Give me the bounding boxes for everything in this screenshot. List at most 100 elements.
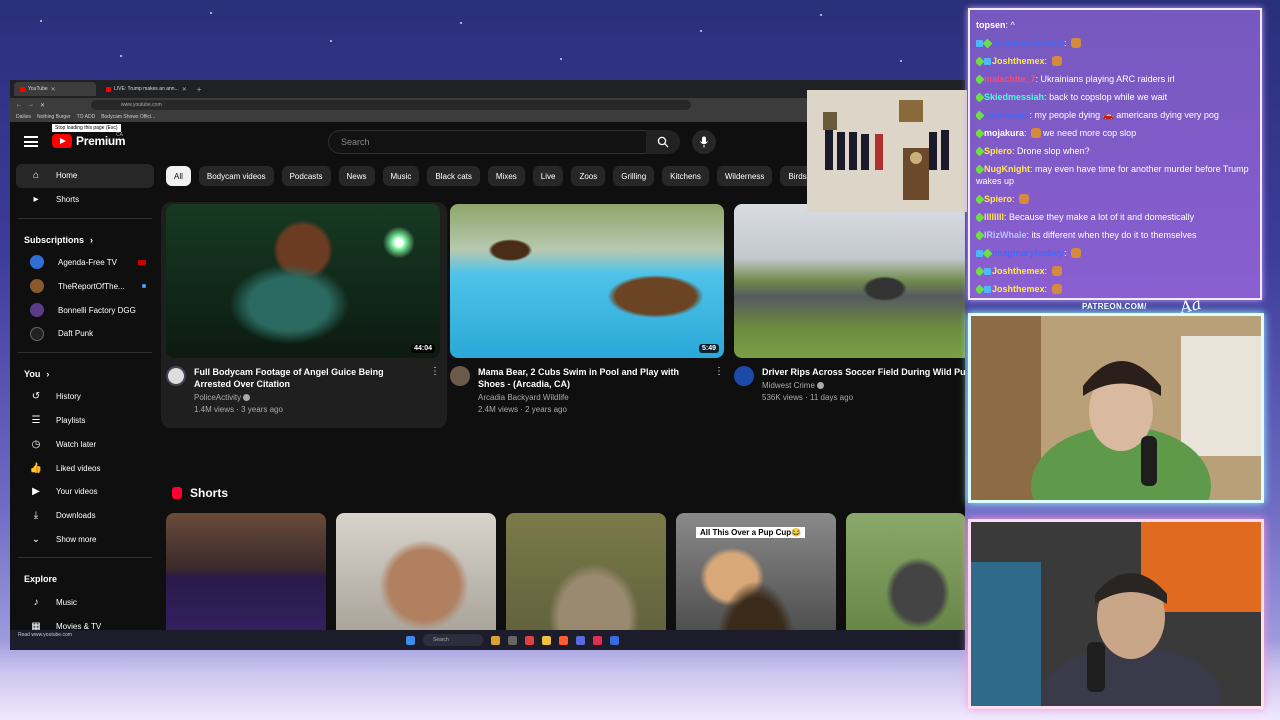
badge-icon <box>982 248 993 259</box>
webcam-scene <box>971 522 1261 706</box>
sidebar-item-label: Liked videos <box>56 463 101 473</box>
video-channel[interactable]: Arcadia Backyard Wildlife <box>478 393 706 402</box>
chat-username: imaginaryfanboy <box>992 38 1065 48</box>
chat-username: Joshthemex <box>992 56 1045 66</box>
chip-mixes[interactable]: Mixes <box>487 166 525 186</box>
menu-icon[interactable] <box>24 136 38 147</box>
new-tab-icon[interactable]: + <box>197 85 202 94</box>
taskbar-search[interactable]: Search <box>423 634 483 646</box>
chip-black-cats[interactable]: Black cats <box>427 166 480 186</box>
video-thumbnail[interactable]: 5:49 <box>450 204 724 358</box>
chip-live[interactable]: Live <box>532 166 564 186</box>
browser-icon[interactable] <box>525 635 534 645</box>
you-heading[interactable]: You › <box>10 359 160 385</box>
chip-all[interactable]: All <box>166 166 191 186</box>
url-field[interactable]: www.youtube.com <box>91 100 692 110</box>
app-icon[interactable] <box>559 635 568 645</box>
sidebar-item-subscription[interactable]: Daft Punk <box>16 322 154 346</box>
chip-grilling[interactable]: Grilling <box>613 166 655 186</box>
subscriptions-heading[interactable]: Subscriptions › <box>10 225 160 251</box>
video-title[interactable]: Mama Bear, 2 Cubs Swim in Pool and Play … <box>478 366 706 390</box>
divider <box>18 217 152 219</box>
youtube-favicon-icon <box>106 86 111 92</box>
chip-kitchens[interactable]: Kitchens <box>662 166 709 186</box>
steam-icon[interactable] <box>610 635 619 645</box>
sidebar-item-music[interactable]: ♪ Music <box>16 590 154 614</box>
sidebar-item-home[interactable]: ⌂ Home <box>16 164 154 188</box>
bookmark-item[interactable]: Dailies <box>16 114 31 120</box>
download-icon: ⤓ <box>33 510 39 522</box>
avatar[interactable] <box>166 366 186 386</box>
chip-zoos[interactable]: Zoos <box>571 166 606 186</box>
sidebar-item-shorts[interactable]: ▸ Shorts <box>16 188 154 212</box>
chip-news[interactable]: News <box>338 166 375 186</box>
video-title[interactable]: Driver Rips Across Soccer Field During W… <box>762 366 965 378</box>
sidebar-item-label: Music <box>56 597 77 607</box>
video-title[interactable]: Full Bodycam Footage of Angel Guice Bein… <box>194 366 422 390</box>
sidebar-item-subscription[interactable]: Bonnelli Factory DGG <box>16 298 154 322</box>
discord-icon[interactable] <box>576 635 585 645</box>
chat-message: Spiero: <box>976 190 1254 208</box>
chevron-down-icon: ⌄ <box>31 533 41 545</box>
sidebar-item-show-more[interactable]: ⌄ Show more <box>16 528 154 552</box>
close-icon[interactable]: ✕ <box>182 86 187 93</box>
more-options-icon[interactable]: ⋮ <box>714 366 724 414</box>
badge-icon <box>984 58 991 65</box>
sidebar-item-downloads[interactable]: ⤓ Downloads <box>16 504 154 528</box>
your-videos-icon: ▶ <box>32 486 40 498</box>
video-channel[interactable]: PoliceActivity <box>194 393 422 402</box>
badge-icon <box>984 286 991 293</box>
video-thumbnail[interactable]: 44:04 <box>166 204 440 358</box>
sidebar-item-label: Shorts <box>56 195 80 205</box>
video-card[interactable]: 44:04 Full Bodycam Footage of Angel Guic… <box>166 204 440 414</box>
video-card[interactable]: 5:49 Mama Bear, 2 Cubs Swim in Pool and … <box>450 204 724 414</box>
chip-bodycam[interactable]: Bodycam videos <box>198 166 274 186</box>
chat-message: Joshthemex: <box>976 52 1254 70</box>
emote-icon <box>1051 56 1062 66</box>
chip-podcasts[interactable]: Podcasts <box>281 166 331 186</box>
windows-start-icon[interactable] <box>406 635 415 645</box>
bookmark-item[interactable]: Nothing Burger <box>37 114 71 120</box>
chat-username: Skiedmessiah <box>984 92 1045 102</box>
sidebar-item-playlists[interactable]: ☰ Playlists <box>16 409 154 433</box>
chat-text: Drone slop when? <box>1017 146 1090 156</box>
sidebar-item-watch-later[interactable]: ◷ Watch later <box>16 432 154 456</box>
sidebar-item-history[interactable]: ↺ History <box>16 385 154 409</box>
task-view-icon[interactable] <box>508 635 517 645</box>
sidebar-item-liked-videos[interactable]: 👍 Liked videos <box>16 456 154 480</box>
avatar[interactable] <box>450 366 470 386</box>
back-icon[interactable]: ← <box>16 102 22 108</box>
search-input[interactable]: Search <box>328 130 648 154</box>
chevron-right-icon: › <box>90 234 94 245</box>
widgets-icon[interactable] <box>491 635 500 645</box>
file-explorer-icon[interactable] <box>542 635 551 645</box>
search-button[interactable] <box>646 130 680 154</box>
voice-search-button[interactable] <box>692 130 716 154</box>
sidebar-item-subscription[interactable]: TheReportOfThe... <box>16 274 154 298</box>
video-channel[interactable]: Midwest Crime <box>762 381 965 390</box>
avatar[interactable] <box>734 366 754 386</box>
chat-message: mojakura: we need more cop slop <box>976 124 1254 142</box>
video-duration: 5:49 <box>698 344 719 353</box>
tab-live-news[interactable]: LIVE: Trump makes an ann... ✕ <box>100 82 193 96</box>
youtube-logo[interactable]: Premium <box>52 134 126 148</box>
like-icon: 👍 <box>29 462 43 474</box>
chip-wilderness[interactable]: Wilderness <box>716 166 773 186</box>
video-card[interactable]: Driver Rips Across Soccer Field During W… <box>734 204 965 414</box>
youtube-sidebar: ⌂ Home ▸ Shorts Subscriptions › Agenda-Fr… <box>10 164 160 650</box>
close-icon[interactable]: ✕ <box>51 86 56 93</box>
sidebar-item-subscription[interactable]: Agenda-Free TV <box>16 251 154 275</box>
stop-icon[interactable]: ✕ <box>40 102 45 109</box>
bookmark-item[interactable]: Bodycam Shows Offici... <box>101 114 155 120</box>
sidebar-item-your-videos[interactable]: ▶ Your videos <box>16 480 154 504</box>
video-thumbnail[interactable] <box>734 204 965 358</box>
forward-icon[interactable]: → <box>28 102 34 108</box>
more-options-icon[interactable]: ⋮ <box>430 366 440 414</box>
microphone-icon <box>700 136 708 148</box>
youtube-play-icon <box>52 134 72 148</box>
chip-music[interactable]: Music <box>382 166 420 186</box>
bookmark-item[interactable]: TO ADD <box>77 114 96 120</box>
obs-icon[interactable] <box>593 635 602 645</box>
tab-youtube[interactable]: YouTube ✕ <box>14 82 96 96</box>
chat-text: we need more cop slop <box>1043 128 1137 138</box>
